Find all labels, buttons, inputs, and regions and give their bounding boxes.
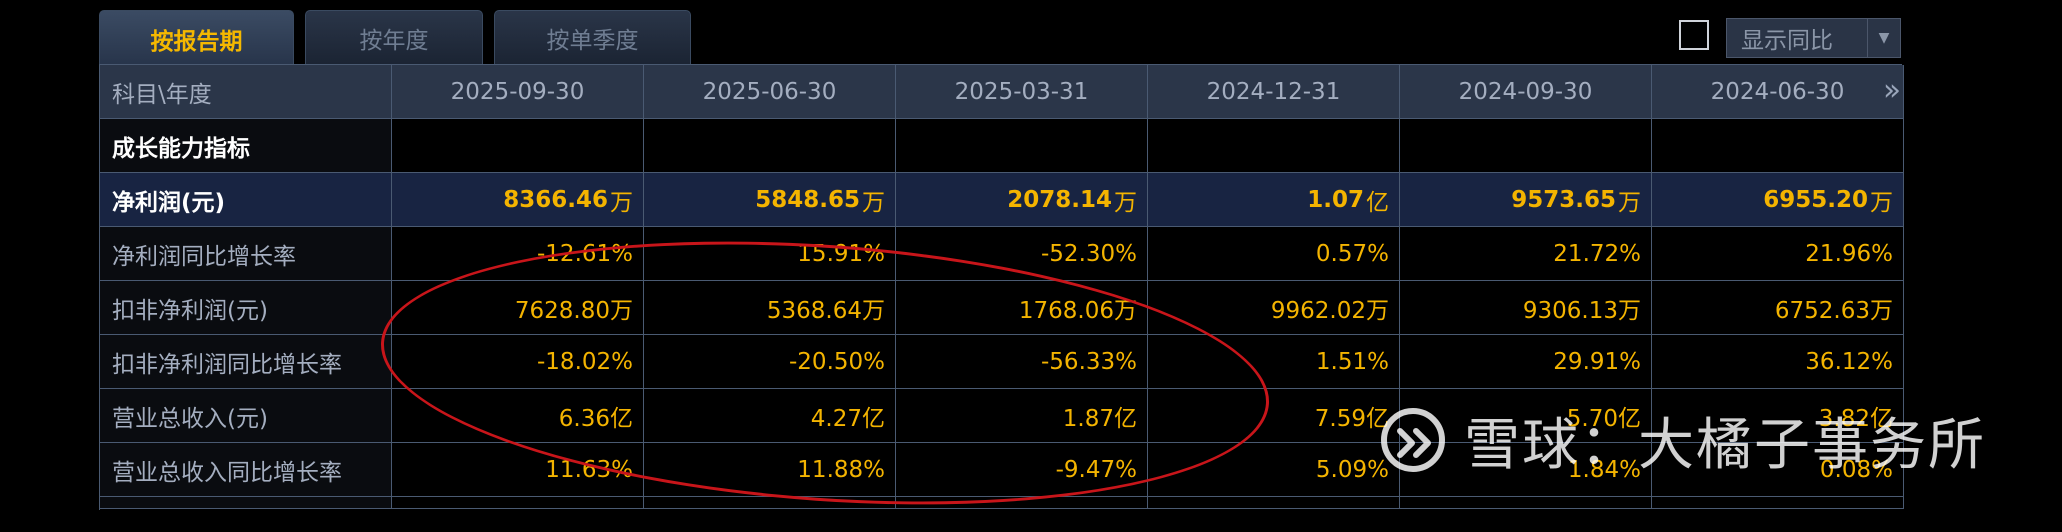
value-unit: 亿 [1366,189,1389,216]
table-cell: 15.91% [644,227,896,281]
section-label: 成长能力指标 [100,119,392,173]
net-profit-value: 5848.65 万 [644,173,896,227]
table-cell [1148,497,1400,509]
value-unit: 万 [1114,189,1137,216]
chevron-down-icon: ▼ [1867,19,1900,57]
table-cell: 36.12% [1652,335,1904,389]
date-header-last: 2024-06-30 ›› [1652,65,1904,119]
yoy-dropdown-label: 显示同比 [1741,28,1833,54]
empty-cell [644,119,896,173]
value-number: 2078.14 [1007,186,1112,213]
table-cell: 0.57% [1148,227,1400,281]
table-cell: 21.96% [1652,227,1904,281]
table-cell: 11.88% [644,443,896,497]
empty-cell [392,119,644,173]
table-cell [1652,497,1904,509]
table-cell: -9.47% [896,443,1148,497]
value-unit: 万 [1870,189,1893,216]
value-number: 9573.65 [1511,186,1616,213]
table-cell: 1.84% [1400,443,1652,497]
table-cell: -20.50% [644,335,896,389]
net-profit-value: 9573.65 万 [1400,173,1652,227]
table-cell: -52.30% [896,227,1148,281]
table-cell: 6752.63万 [1652,281,1904,335]
table-cell: 5368.64万 [644,281,896,335]
date-header: 2025-09-30 [392,65,644,119]
row-label: 营业总收入同比增长率 [100,443,392,497]
date-header: 2024-12-31 [1148,65,1400,119]
yoy-dropdown[interactable]: 显示同比 ▼ [1726,18,1901,58]
tab-by-year[interactable]: 按年度 [305,10,483,64]
row-label: 扣非净利润(元) [100,281,392,335]
date-header: 2024-09-30 [1400,65,1652,119]
net-profit-value: 6955.20 万 [1652,173,1904,227]
table-cell: 5.09% [1148,443,1400,497]
net-profit-value: 2078.14 万 [896,173,1148,227]
table-cell: -56.33% [896,335,1148,389]
date-header-text: 2024-06-30 [1710,78,1845,105]
table-cell: 29.91% [1400,335,1652,389]
table-cell: 1768.06万 [896,281,1148,335]
table-cell: 1.51% [1148,335,1400,389]
value-number: 8366.46 [503,186,608,213]
tab-by-report-period[interactable]: 按报告期 [99,10,294,66]
empty-cell [1148,119,1400,173]
table-cell: 6.36亿 [392,389,644,443]
empty-cell [1400,119,1652,173]
table-cell: 4.27亿 [644,389,896,443]
empty-cell [1652,119,1904,173]
table-cell: 9962.02万 [1148,281,1400,335]
financial-table: 科目\年度 2025-09-30 2025-06-30 2025-03-31 2… [99,64,1904,510]
row-label: 营业总收入(元) [100,389,392,443]
table-cell [392,497,644,509]
table-cell: 3.82亿 [1652,389,1904,443]
value-number: 5848.65 [755,186,860,213]
table-cell: 9306.13万 [1400,281,1652,335]
value-unit: 万 [862,189,885,216]
empty-cell [896,119,1148,173]
row-label: 净利润同比增长率 [100,227,392,281]
table-cell [644,497,896,509]
table-cell: -18.02% [392,335,644,389]
date-header: 2025-03-31 [896,65,1148,119]
corner-header: 科目\年度 [100,65,392,119]
net-profit-value: 8366.46 万 [392,173,644,227]
value-unit: 万 [1618,189,1641,216]
row-label: 扣非净利润同比增长率 [100,335,392,389]
table-cell [1400,497,1652,509]
table-cell: 5.70亿 [1400,389,1652,443]
table-cell: 21.72% [1400,227,1652,281]
table-cell: 1.87亿 [896,389,1148,443]
double-chevron-right-icon[interactable]: ›› [1883,76,1901,106]
table-cell: 0.08% [1652,443,1904,497]
value-number: 1.07 [1307,186,1364,213]
date-header: 2025-06-30 [644,65,896,119]
value-unit: 万 [610,189,633,216]
table-cell: 11.63% [392,443,644,497]
table-cell [896,497,1148,509]
row-label-net-profit: 净利润(元) [100,173,392,227]
table-cell: 7.59亿 [1148,389,1400,443]
table-cell: 7628.80万 [392,281,644,335]
tab-by-quarter[interactable]: 按单季度 [494,10,691,64]
yoy-checkbox[interactable] [1679,20,1709,50]
net-profit-value: 1.07 亿 [1148,173,1400,227]
value-number: 6955.20 [1763,186,1868,213]
table-cell: -12.61% [392,227,644,281]
row-label-partial [100,497,392,509]
